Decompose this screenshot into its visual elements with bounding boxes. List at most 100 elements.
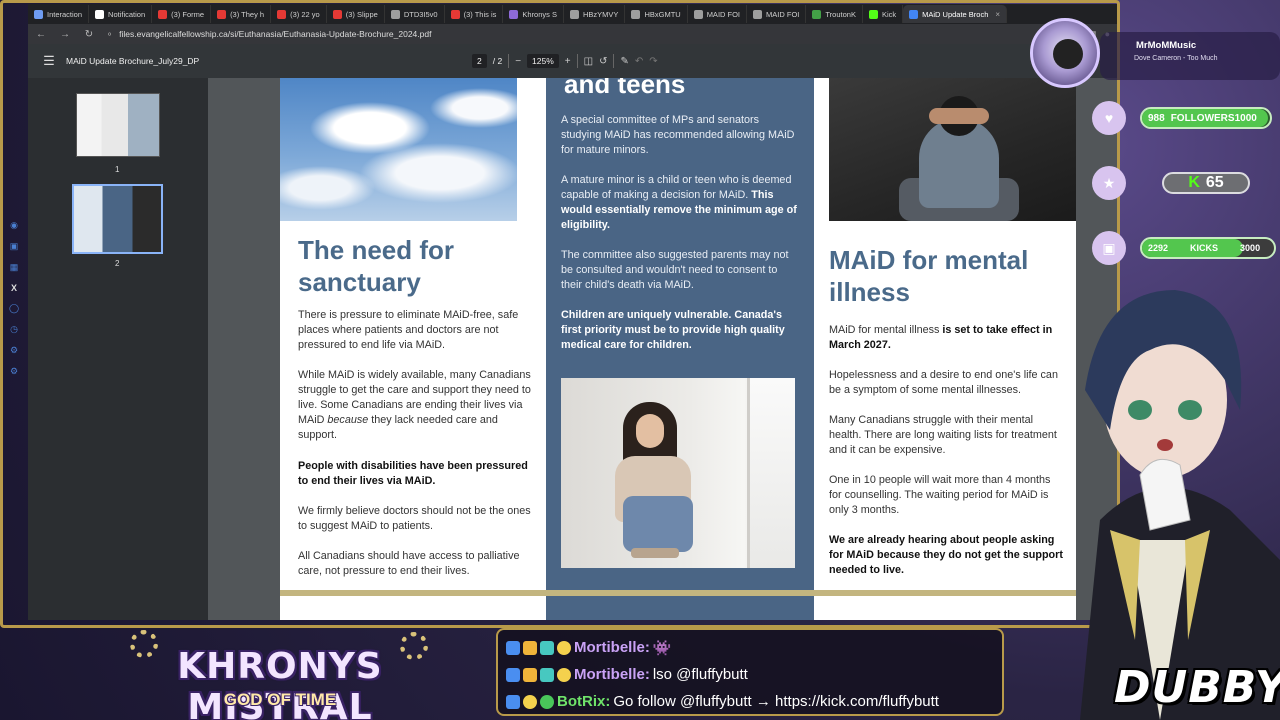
tab-favicon-icon xyxy=(753,9,763,19)
chat-badge-icon xyxy=(557,667,571,682)
tab-favicon-icon xyxy=(332,9,342,19)
browser-tab[interactable]: (3) This is xyxy=(445,5,504,23)
bold-text: People with disabilities have been press… xyxy=(298,460,528,487)
address-bar: ← → ↻ ⚬ files.evangelicalfellowship.ca/si… xyxy=(28,24,1120,44)
tab-close-icon[interactable]: × xyxy=(995,10,1000,19)
tab-label: (3) This is xyxy=(463,9,497,19)
browser-tab[interactable]: (3) 22 yo xyxy=(271,5,327,23)
browser-tab[interactable]: (3) Slippe xyxy=(327,5,385,23)
gear-icon: ⚙ xyxy=(9,345,19,355)
tab-label: Kick xyxy=(881,9,897,19)
chat-message: BotRix: Go follow @fluffybutt → https://… xyxy=(506,688,994,715)
browser-tab[interactable]: DTD3I5v0 xyxy=(385,5,445,23)
tab-label: MAiD Update Broch xyxy=(922,9,989,19)
paragraph: While MAiD is widely available, many Can… xyxy=(298,368,532,443)
x-logo-icon: X xyxy=(10,283,17,293)
redo-icon[interactable]: ↷ xyxy=(649,56,657,67)
tab-label: (3) They h xyxy=(230,9,265,19)
forward-arrow-icon[interactable]: → xyxy=(58,29,72,40)
chat-badge-icon xyxy=(523,694,537,709)
tab-favicon-icon xyxy=(909,9,919,19)
browser-tab[interactable]: Interaction xyxy=(28,5,90,23)
fit-page-icon[interactable]: ◫ xyxy=(584,56,593,67)
browser-tab[interactable]: MAID FOI xyxy=(747,5,807,23)
chat-text: Go follow @fluffybutt → https://kick.com… xyxy=(613,693,939,710)
tab-label: DTD3I5v0 xyxy=(403,9,438,19)
back-arrow-icon[interactable]: ← xyxy=(34,29,48,40)
chat-badge-icon xyxy=(523,667,537,682)
monitor-icon: ▣ xyxy=(9,241,19,251)
browser-tab[interactable]: Notification xyxy=(89,5,153,23)
kicks-goal: 3000 xyxy=(1240,243,1261,253)
robot-icon: ◉ xyxy=(10,220,18,230)
annotate-icon[interactable]: ✎ xyxy=(620,56,628,67)
paragraph: Children are uniquely vulnerable. Canada… xyxy=(561,308,797,353)
url-text: files.evangelicalfellowship.ca/si/Euthan… xyxy=(119,28,432,39)
browser-tab[interactable]: Kick xyxy=(863,5,904,23)
photo-arm-shape xyxy=(929,108,989,124)
browser-tab[interactable]: MAID FOI xyxy=(688,5,748,23)
avatar-eye-right xyxy=(1178,400,1202,420)
tab-label: MAID FOI xyxy=(766,9,800,19)
zoom-in-icon[interactable]: + xyxy=(565,56,571,67)
browser-tab[interactable]: TroutonK xyxy=(806,5,863,23)
column-mental-illness: MAiD for mental illness MAiD for mental … xyxy=(814,78,1076,620)
vtuber-avatar xyxy=(1080,290,1280,720)
zoom-out-icon[interactable]: − xyxy=(515,56,521,67)
tab-label: (3) Forme xyxy=(171,9,205,19)
chat-message: Mortibelle: lso @fluffybutt xyxy=(506,661,994,688)
tab-label: Notification xyxy=(108,9,146,19)
tab-favicon-icon xyxy=(450,9,460,19)
paragraph: People with disabilities have been press… xyxy=(298,459,528,489)
browser-tab[interactable]: (3) They h xyxy=(211,5,272,23)
browser-tab[interactable]: Khronys S xyxy=(503,5,564,23)
reload-icon[interactable]: ↻ xyxy=(82,29,96,40)
browser-tab[interactable]: MAiD Update Broch × xyxy=(903,5,1008,23)
now-playing-widget: MrMoMMusic Dove Cameron - Too Much xyxy=(1030,18,1280,88)
tab-label: TroutonK xyxy=(825,9,856,19)
chat-username: Mortibelle: xyxy=(574,639,650,656)
gold-divider xyxy=(280,590,1076,596)
chat-badge-icon xyxy=(506,640,520,655)
browser-tab[interactable]: (3) Forme xyxy=(152,5,212,23)
tab-favicon-icon xyxy=(631,9,641,19)
circle-icon: ◯ xyxy=(8,303,20,313)
zoom-input[interactable]: 125% xyxy=(527,54,559,68)
chat-badge-icon xyxy=(523,640,537,655)
pdf-page: The need for sanctuary There is pressure… xyxy=(280,78,1076,620)
music-requester: MrMoMMusic xyxy=(1136,40,1197,51)
photo-jeans-shape xyxy=(623,496,693,552)
rotate-icon[interactable]: ↺ xyxy=(599,56,607,67)
paragraph: A mature minor is a child or teen who is… xyxy=(561,173,797,233)
distressed-man-photo xyxy=(829,78,1076,221)
heading-sanctuary: The need for sanctuary xyxy=(298,235,455,297)
paragraph: We firmly believe doctors should not be … xyxy=(298,505,531,532)
tab-label: HBzYMVY xyxy=(583,9,619,19)
paragraph: Hopelessness and a desire to end one's l… xyxy=(829,369,1058,396)
browser-tab[interactable]: HBxGMTU xyxy=(625,5,688,23)
paragraph: Many Canadians struggle with their menta… xyxy=(829,414,1057,456)
page-thumbnail-1[interactable] xyxy=(76,93,160,157)
page-thumbnail-2[interactable] xyxy=(72,184,163,254)
tab-label: HBxGMTU xyxy=(644,9,681,19)
lock-icon: ⚬ xyxy=(106,28,114,39)
avatar-eye-left xyxy=(1128,400,1152,420)
tab-favicon-icon xyxy=(509,9,519,19)
column-minors: and teens A special committee of MPs and… xyxy=(546,78,814,620)
photo-shoes-shape xyxy=(631,548,679,558)
tab-label: Khronys S xyxy=(522,9,557,19)
chat-badge-icon xyxy=(540,640,554,655)
tab-favicon-icon xyxy=(277,9,287,19)
kick-count-badge: K 65 xyxy=(1162,172,1250,194)
menu-icon[interactable]: ☰ xyxy=(34,53,64,69)
paragraph: MAiD for mental illness is set to take e… xyxy=(829,323,1065,353)
page-number-input[interactable]: 2 xyxy=(472,54,487,68)
browser-tab[interactable]: HBzYMVY xyxy=(564,5,626,23)
url-field[interactable]: ⚬ files.evangelicalfellowship.ca/si/Eutha… xyxy=(106,29,431,40)
undo-icon[interactable]: ↶ xyxy=(635,56,643,67)
kicks-label: KICKS xyxy=(1190,243,1219,253)
bold-text: Children are uniquely vulnerable. Canada… xyxy=(561,309,785,351)
bold-text: We are already hearing about people aski… xyxy=(829,534,1063,576)
chat-overlay: Mortibelle: 👾 Mortibelle: lso @fluffybutt B… xyxy=(496,628,1004,716)
followers-label: FOLLOWERS xyxy=(1170,112,1235,124)
